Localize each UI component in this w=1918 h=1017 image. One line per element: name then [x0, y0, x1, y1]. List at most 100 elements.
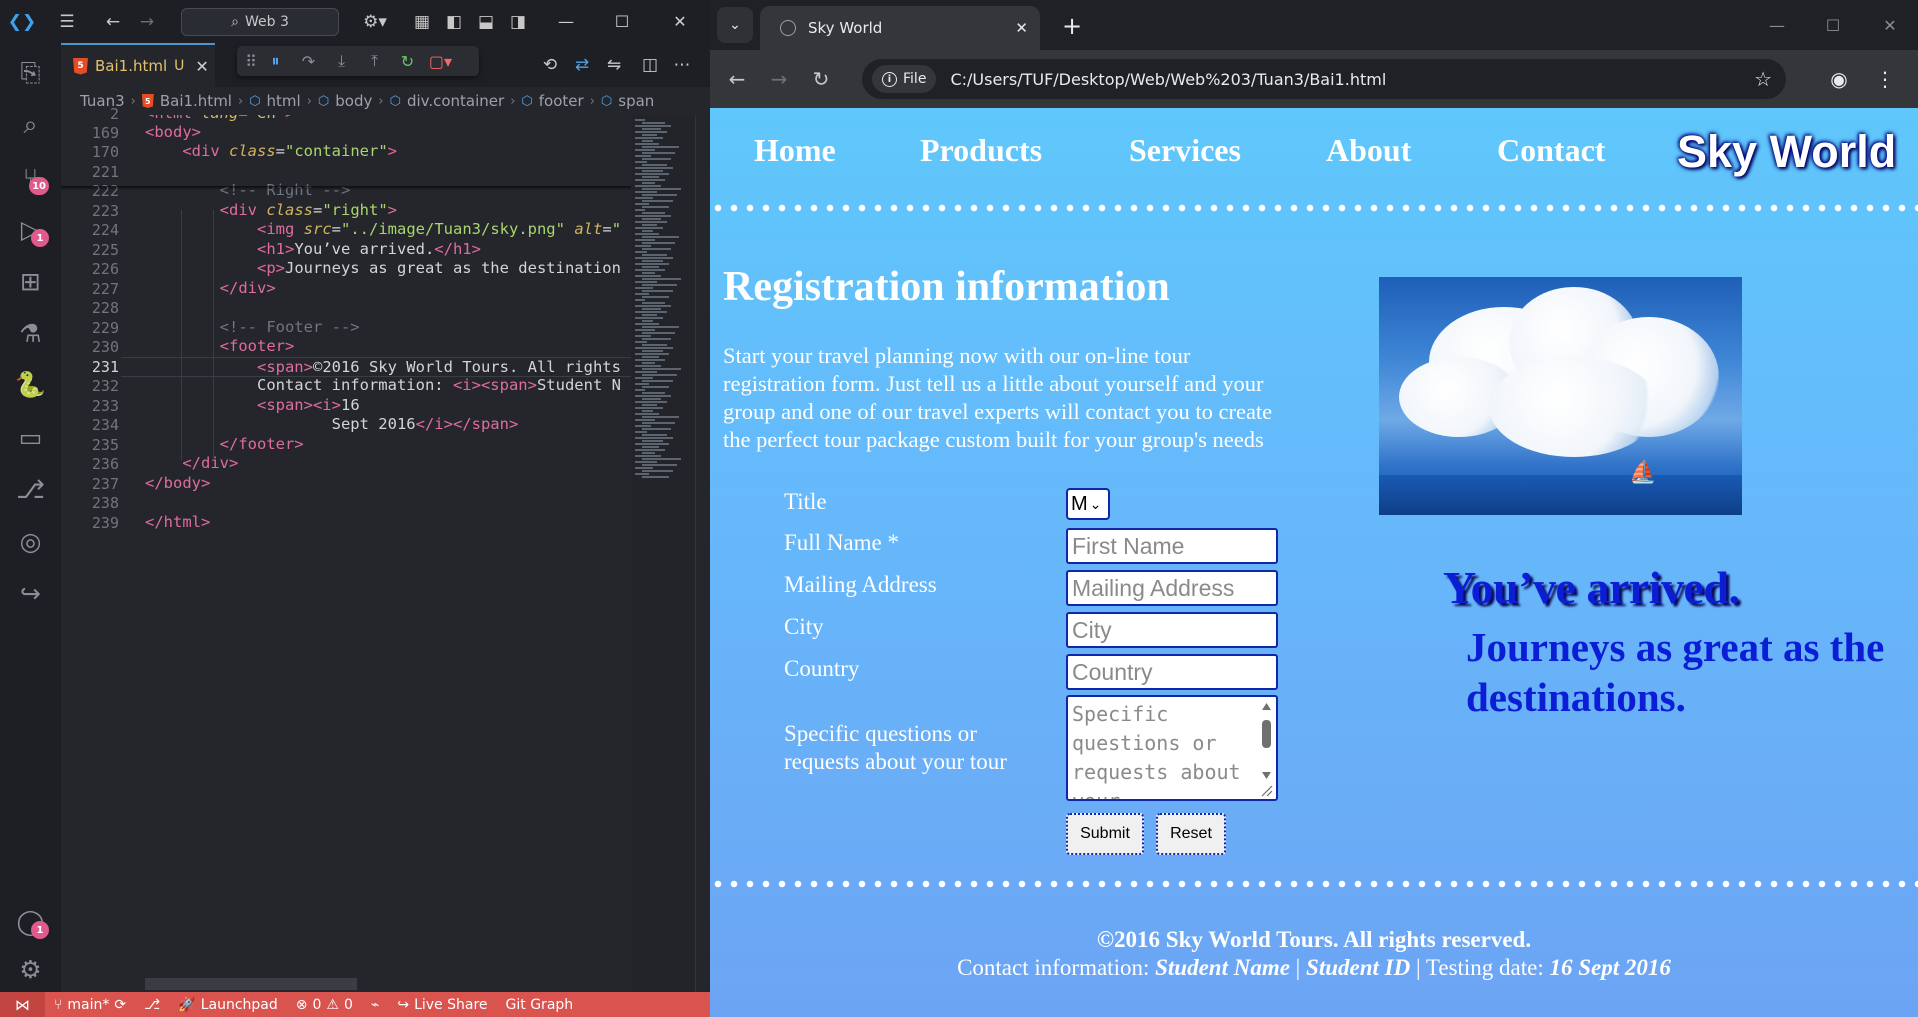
remote-indicator-icon[interactable]: ⋈	[0, 992, 45, 1017]
toggle-primary-sidebar-icon[interactable]: ◧	[437, 0, 471, 43]
editor-horizontal-scrollbar[interactable]	[145, 978, 357, 990]
browser-tab-close-icon[interactable]: ✕	[1015, 19, 1028, 37]
breadcrumb-item[interactable]: span	[618, 92, 654, 110]
git-graph-status[interactable]: Git Graph	[497, 997, 583, 1013]
source-control-icon[interactable]: ⑂ 10	[0, 153, 61, 201]
address-bar[interactable]: i File C:/Users/TUF/Desktop/Web/Web%203/…	[862, 59, 1786, 99]
accounts-icon[interactable]: ◯ 1	[0, 897, 61, 945]
minimap-line	[635, 251, 647, 253]
ports-status-icon[interactable]: ⌁	[362, 997, 388, 1013]
minimap-line	[642, 230, 653, 232]
reload-icon[interactable]: ↻	[806, 64, 836, 94]
command-center-search[interactable]: ⌕ Web 3	[181, 8, 339, 36]
launchpad-status[interactable]: 🚀 Launchpad	[169, 997, 287, 1013]
restart-icon[interactable]: ↻	[391, 46, 424, 76]
minimap-line	[642, 194, 677, 196]
browser-back-icon[interactable]: ←	[722, 64, 752, 94]
html5-icon: 5	[141, 94, 154, 108]
source-control-badge: 10	[29, 177, 49, 195]
breadcrumb-item[interactable]: div.container	[407, 92, 504, 110]
git-graph-status-icon[interactable]: ⎇	[135, 997, 169, 1013]
back-arrow-icon[interactable]: ←	[96, 0, 130, 43]
editor-vertical-scrollbar[interactable]	[695, 115, 710, 992]
first-name-input[interactable]: First Name	[1066, 528, 1278, 564]
stop-icon[interactable]: ▢▾	[424, 46, 457, 76]
remote-explorer-icon[interactable]: ◎	[0, 517, 61, 565]
tab-bai1-html[interactable]: 5 Bai1.html U ✕	[61, 43, 215, 87]
step-over-icon[interactable]: ↷	[292, 46, 325, 76]
browser-forward-icon[interactable]: →	[764, 64, 794, 94]
site-info-chip[interactable]: i File	[872, 65, 937, 93]
new-tab-plus-icon[interactable]: +	[1058, 12, 1086, 40]
live-share-status[interactable]: ↪ Live Share	[388, 997, 496, 1013]
timeline-icon[interactable]: ⟲	[534, 43, 566, 87]
forward-arrow-icon[interactable]: →	[130, 0, 164, 43]
search-icon[interactable]: ⌕	[0, 101, 61, 149]
questions-textarea[interactable]: Specific questions or requests about you…	[1066, 695, 1278, 801]
minimap-line	[642, 158, 671, 160]
more-actions-icon[interactable]: ⋯	[666, 43, 698, 87]
minimap-line	[642, 350, 663, 352]
live-share-icon[interactable]: ↪	[0, 569, 61, 617]
split-editor-icon[interactable]: ◫	[634, 43, 666, 87]
branch-status[interactable]: ⑂ main* ⟳	[45, 997, 135, 1013]
testing-prefix: Testing date:	[1425, 955, 1550, 980]
nav-services[interactable]: Services	[1129, 132, 1241, 169]
mailing-address-input[interactable]: Mailing Address	[1066, 570, 1278, 606]
country-input[interactable]: Country	[1066, 654, 1278, 690]
submit-button[interactable]: Submit	[1066, 813, 1144, 855]
minimize-button[interactable]: —	[538, 0, 594, 43]
browser-close-button[interactable]: ✕	[1862, 0, 1918, 50]
bookmark-star-icon[interactable]: ☆	[1754, 67, 1772, 91]
browser-menu-icon[interactable]: ⋮	[1870, 64, 1900, 94]
nav-contact[interactable]: Contact	[1497, 132, 1605, 169]
city-label: City	[784, 614, 824, 639]
minimap-line	[642, 416, 679, 418]
reset-button[interactable]: Reset	[1156, 813, 1226, 855]
problems-status[interactable]: ⊗ 0 ⚠ 0	[287, 997, 362, 1013]
step-into-icon[interactable]: ⤓	[325, 46, 358, 76]
python-icon[interactable]: 🐍	[0, 361, 61, 409]
textarea-scrollbar[interactable]	[1259, 700, 1274, 798]
tab-search-chevron-icon[interactable]: ⌄	[717, 7, 753, 43]
city-input[interactable]: City	[1066, 612, 1278, 648]
browser-tabstrip: ⌄ Sky World ✕ + — ☐ ✕	[710, 0, 1918, 50]
breadcrumb-item[interactable]: html	[267, 92, 301, 110]
minimap-line	[635, 467, 653, 469]
folder-icon[interactable]: ▭	[0, 413, 61, 461]
minimap[interactable]	[631, 115, 695, 992]
breadcrumb-item[interactable]: body	[335, 92, 372, 110]
menu-icon[interactable]: ☰	[50, 0, 84, 43]
browser-minimize-button[interactable]: —	[1749, 0, 1805, 50]
extensions-icon[interactable]: ⊞	[0, 257, 61, 305]
explorer-icon[interactable]: ⎘	[0, 49, 61, 97]
copilot-icon[interactable]: ⚙▾	[352, 0, 398, 43]
run-debug-icon[interactable]: ▷ 1	[0, 205, 61, 253]
compare-icon[interactable]: ⇋	[598, 43, 630, 87]
browser-maximize-button[interactable]: ☐	[1805, 0, 1861, 50]
nav-products[interactable]: Products	[920, 132, 1042, 169]
maximize-button[interactable]: ☐	[594, 0, 650, 43]
git-graph-icon[interactable]: ⎇	[0, 465, 61, 513]
drag-handle-icon[interactable]: ⠿	[243, 46, 259, 76]
toggle-panel-icon[interactable]: ⬓	[469, 0, 503, 43]
customize-layout-icon[interactable]: ▦	[405, 0, 439, 43]
vscode-window: ❮❯ ☰ ← → ⌕ Web 3 ⚙▾ ▦ ◧ ⬓ ◨ — ☐ ✕ ⎘ ⌕ ⑂ 1…	[0, 0, 710, 1017]
breadcrumb-item[interactable]: Bai1.html	[160, 92, 232, 110]
toggle-secondary-sidebar-icon[interactable]: ◨	[501, 0, 535, 43]
nav-about[interactable]: About	[1326, 132, 1411, 169]
step-out-icon[interactable]: ⤒	[358, 46, 391, 76]
site-info-label: File	[903, 71, 927, 87]
code-editor[interactable]: <html lang="en"><body> <div class="conta…	[121, 115, 631, 992]
profile-icon[interactable]: ◉	[1824, 64, 1854, 94]
testing-icon[interactable]: ⚗	[0, 309, 61, 357]
title-select[interactable]: M ⌄	[1066, 488, 1110, 520]
go-live-icon[interactable]: ⇄	[566, 43, 598, 87]
pause-icon[interactable]: ⏸	[259, 46, 292, 76]
nav-home[interactable]: Home	[754, 132, 836, 169]
browser-tab-sky-world[interactable]: Sky World ✕	[760, 6, 1040, 50]
close-button[interactable]: ✕	[652, 0, 708, 43]
tab-close-icon[interactable]: ✕	[195, 57, 208, 76]
breadcrumb-item[interactable]: footer	[539, 92, 584, 110]
manage-gear-icon[interactable]: ⚙	[0, 945, 61, 993]
